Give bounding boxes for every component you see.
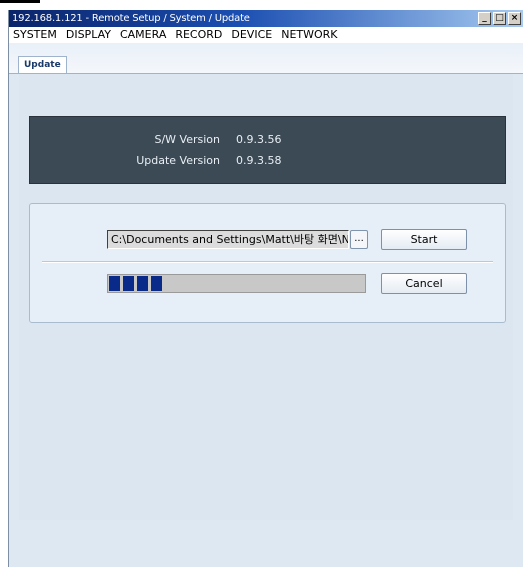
file-path-field[interactable]: C:\Documents and Settings\Matt\바탕 화면\N [107, 230, 349, 249]
remote-setup-window: 192.168.1.121 - Remote Setup / System / … [8, 10, 523, 567]
version-info-panel: S/W Version 0.9.3.56 Update Version 0.9.… [29, 116, 506, 184]
menu-display[interactable]: DISPLAY [62, 27, 116, 43]
cancel-button[interactable]: Cancel [381, 273, 467, 294]
window-frame-edge [0, 0, 40, 3]
tab-update[interactable]: Update [18, 56, 67, 73]
update-progress-bar [107, 274, 366, 293]
sw-version-value: 0.9.3.56 [236, 133, 282, 146]
menu-camera[interactable]: CAMERA [116, 27, 171, 43]
window-footer [19, 520, 513, 567]
progress-block [109, 276, 120, 291]
sw-version-row: S/W Version 0.9.3.56 [30, 133, 505, 147]
update-panel: C:\Documents and Settings\Matt\바탕 화면\N .… [29, 203, 506, 323]
menu-bar: SYSTEM DISPLAY CAMERA RECORD DEVICE NETW… [9, 27, 523, 43]
menu-device[interactable]: DEVICE [227, 27, 277, 43]
update-version-value: 0.9.3.58 [236, 154, 282, 167]
menu-record[interactable]: RECORD [171, 27, 227, 43]
divider [42, 261, 493, 263]
window-controls: _ □ × [478, 12, 521, 25]
progress-block [151, 276, 162, 291]
minimize-button[interactable]: _ [478, 12, 491, 25]
close-button[interactable]: × [508, 12, 521, 25]
update-page: S/W Version 0.9.3.56 Update Version 0.9.… [19, 74, 513, 520]
update-version-row: Update Version 0.9.3.58 [30, 154, 505, 168]
menu-network[interactable]: NETWORK [277, 27, 342, 43]
browse-button[interactable]: ... [350, 230, 368, 249]
update-version-label: Update Version [136, 154, 220, 167]
menu-system[interactable]: SYSTEM [9, 27, 62, 43]
progress-block [123, 276, 134, 291]
start-button[interactable]: Start [381, 229, 467, 250]
sw-version-label: S/W Version [154, 133, 220, 146]
title-bar[interactable]: 192.168.1.121 - Remote Setup / System / … [9, 10, 523, 27]
tab-strip: Update [9, 43, 523, 74]
window-title: 192.168.1.121 - Remote Setup / System / … [12, 13, 250, 24]
progress-block [137, 276, 148, 291]
maximize-button[interactable]: □ [493, 12, 506, 25]
